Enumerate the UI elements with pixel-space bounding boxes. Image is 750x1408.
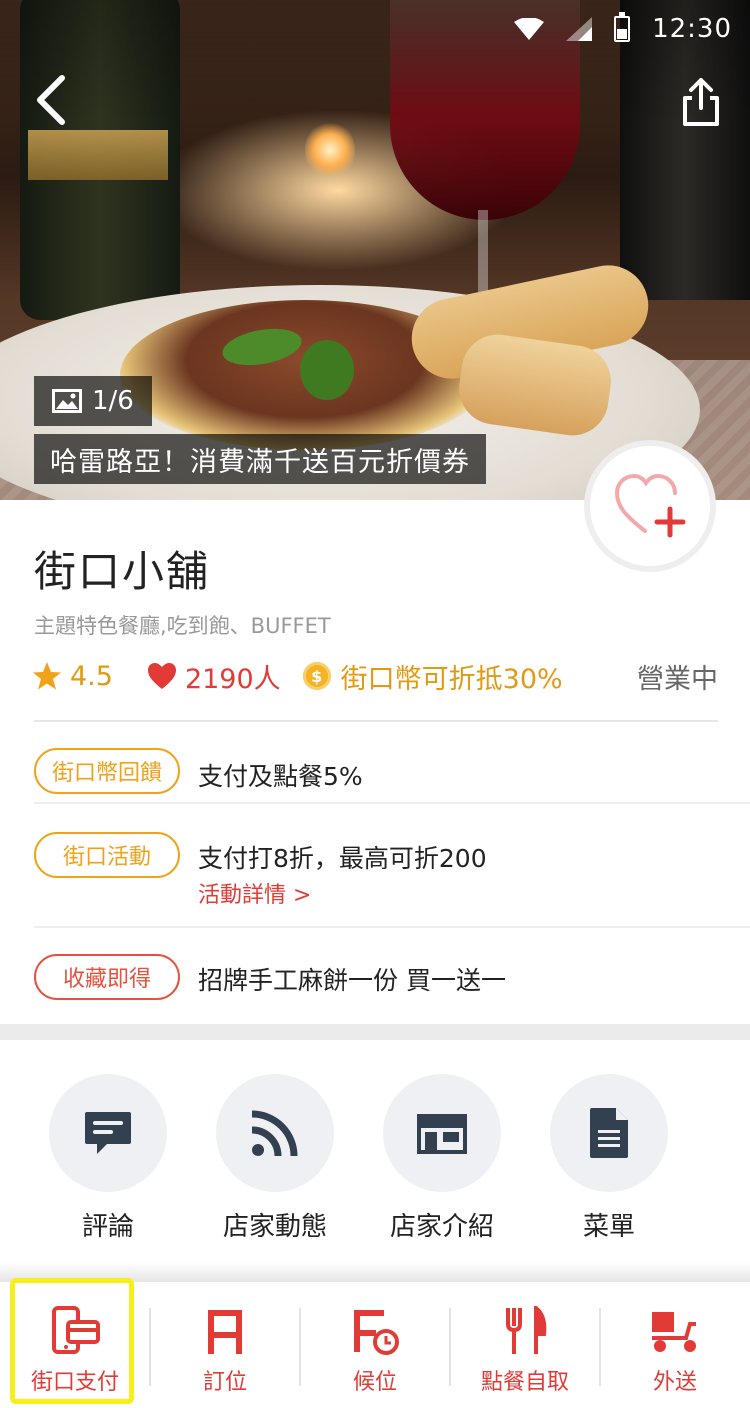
shortcut-store-updates-label: 店家動態 bbox=[222, 1212, 327, 1242]
nav-delivery-label: 外送 bbox=[652, 1370, 697, 1395]
shortcut-store-updates-circle bbox=[216, 1074, 334, 1192]
coin-icon: $ bbox=[302, 662, 331, 690]
coin-discount-text: 街口幣可折抵30% bbox=[340, 663, 563, 695]
nav-waitlist[interactable]: 候位 bbox=[300, 1282, 450, 1408]
store-category: 主題特色餐廳,吃到飽、BUFFET bbox=[34, 614, 331, 638]
open-status: 營業中 bbox=[637, 663, 718, 695]
share-icon[interactable] bbox=[680, 76, 722, 128]
favorite-add-icon bbox=[614, 473, 686, 538]
shortcut-store-intro-label: 店家介紹 bbox=[389, 1212, 494, 1242]
fork-knife-icon bbox=[506, 1306, 547, 1354]
divider bbox=[34, 926, 750, 928]
shortcut-menu-circle bbox=[550, 1074, 668, 1192]
store-meta: 4.5 2190人 $ 街口幣可折抵30% 營業中 bbox=[32, 654, 718, 698]
section-separator bbox=[0, 1024, 750, 1040]
shortcut-reviews[interactable]: 評論 bbox=[49, 1074, 167, 1243]
nav-waitlist-label: 候位 bbox=[352, 1370, 397, 1395]
shortcut-reviews-label: 評論 bbox=[81, 1212, 134, 1242]
shortcut-store-intro[interactable]: 店家介紹 bbox=[383, 1074, 501, 1243]
store-name: 街口小舖 bbox=[34, 547, 211, 596]
chair-icon bbox=[208, 1310, 242, 1354]
rating-value: 4.5 bbox=[70, 660, 113, 692]
battery-fill bbox=[617, 29, 628, 39]
document-icon bbox=[590, 1108, 628, 1158]
offer-tag-activity: 街口活動 bbox=[34, 832, 180, 878]
offer-text-coin-reward: 支付及點餐5% bbox=[198, 762, 363, 791]
signal-icon bbox=[566, 17, 593, 41]
image-icon bbox=[52, 389, 82, 413]
promo-banner[interactable]: 哈雷路亞！消費滿千送百元折價券 bbox=[34, 434, 486, 484]
nav-reservation-label: 訂位 bbox=[202, 1370, 247, 1395]
shortcut-reviews-circle bbox=[49, 1074, 167, 1192]
divider bbox=[34, 720, 718, 722]
comment-icon bbox=[85, 1112, 131, 1154]
star-icon bbox=[33, 662, 61, 690]
nav-delivery[interactable]: 外送 bbox=[600, 1282, 750, 1408]
likes-count: 2190人 bbox=[184, 663, 281, 695]
rss-feed-icon bbox=[251, 1110, 298, 1157]
delivery-scooter-icon bbox=[652, 1312, 696, 1352]
favorite-button[interactable] bbox=[590, 446, 710, 566]
shortcut-menu-label: 菜單 bbox=[582, 1212, 635, 1242]
heart-icon bbox=[147, 663, 176, 689]
waitlist-clock-icon bbox=[354, 1310, 399, 1355]
status-bar: 12:30 bbox=[514, 0, 750, 58]
offer-text-collect: 招牌手工麻餅一份 買一送一 bbox=[198, 966, 506, 995]
shortcut-store-intro-circle bbox=[383, 1074, 501, 1192]
battery-icon bbox=[614, 12, 631, 42]
nav-reservation[interactable]: 訂位 bbox=[150, 1282, 300, 1408]
shortcut-menu[interactable]: 菜單 bbox=[550, 1074, 668, 1243]
nav-highlight-box bbox=[10, 1278, 134, 1404]
offer-tag-collect: 收藏即得 bbox=[34, 954, 180, 1000]
wifi-icon bbox=[514, 18, 545, 40]
photo-counter[interactable]: 1/6 bbox=[34, 376, 152, 426]
activity-details-link[interactable]: 活動詳情 > bbox=[198, 877, 311, 909]
storefront-icon bbox=[417, 1114, 467, 1154]
divider bbox=[34, 802, 750, 804]
photo-index: 1/6 bbox=[92, 386, 134, 416]
back-arrow-icon[interactable] bbox=[32, 72, 72, 128]
nav-pickup[interactable]: 點餐自取 bbox=[450, 1282, 600, 1408]
offer-tag-coin-reward: 街口幣回饋 bbox=[34, 748, 180, 794]
status-time: 12:30 bbox=[652, 14, 732, 44]
offer-text-activity: 支付打8折，最高可折200 bbox=[198, 844, 487, 873]
nav-pickup-label: 點餐自取 bbox=[480, 1370, 569, 1395]
shortcut-store-updates[interactable]: 店家動態 bbox=[216, 1074, 334, 1243]
